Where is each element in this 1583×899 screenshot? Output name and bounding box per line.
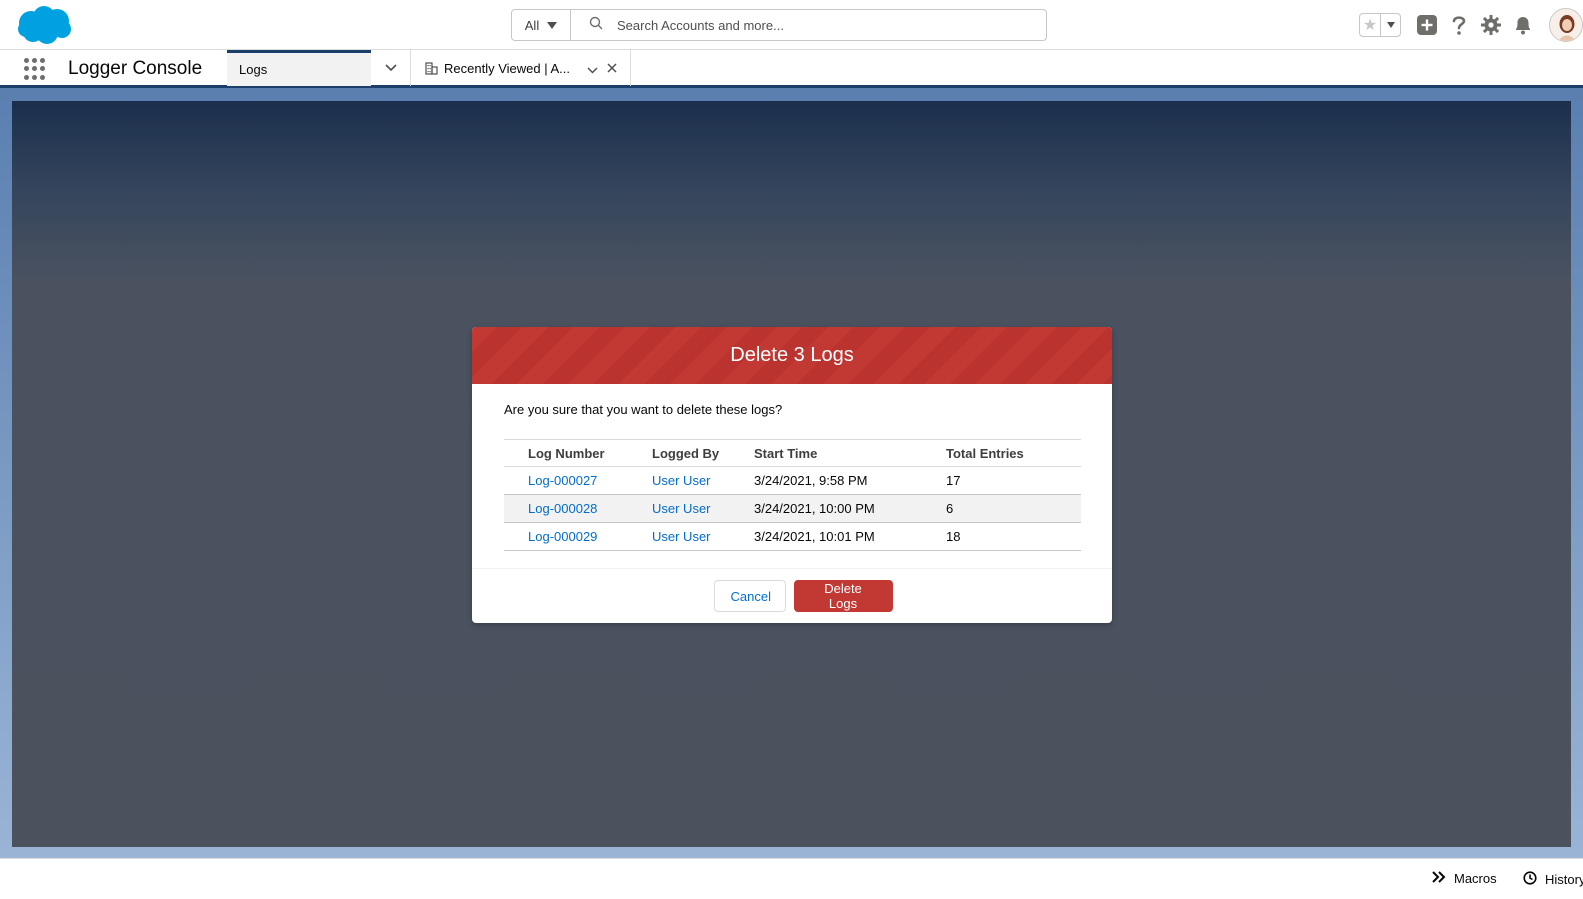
table-row: Log-000029 User User 3/24/2021, 10:01 PM… [504, 522, 1081, 551]
total-entries-cell: 17 [922, 466, 1081, 495]
macros-icon [1432, 871, 1446, 886]
history-label: History [1545, 872, 1583, 887]
log-number-link[interactable]: Log-000029 [528, 529, 597, 544]
utility-item-history[interactable]: History [1523, 871, 1583, 888]
add-icon[interactable] [1411, 9, 1443, 41]
navigation-menu-button[interactable] [371, 50, 411, 86]
favorites-menu-button[interactable] [1381, 14, 1400, 36]
star-icon[interactable]: ★ [1360, 14, 1381, 36]
utility-item-macros[interactable]: Macros [1432, 871, 1497, 886]
subtab-recently-viewed[interactable]: Recently Viewed | A... [411, 50, 631, 86]
start-time-cell: 3/24/2021, 10:00 PM [730, 494, 922, 523]
search-field-wrap [571, 10, 1046, 40]
confirmation-question: Are you sure that you want to delete the… [504, 402, 783, 417]
help-icon[interactable] [1443, 9, 1475, 41]
search-scope-dropdown[interactable]: All [512, 10, 571, 40]
column-header-total-entries: Total Entries [922, 439, 1081, 467]
start-time-cell: 3/24/2021, 9:58 PM [730, 466, 922, 495]
global-header: All ★ [0, 0, 1583, 50]
delete-logs-modal: Delete 3 Logs Are you sure that you want… [472, 327, 1112, 623]
modal-body: Are you sure that you want to delete the… [472, 384, 1112, 568]
chevron-down-icon[interactable] [587, 62, 598, 77]
salesforce-logo[interactable] [14, 4, 74, 46]
close-icon[interactable] [607, 61, 617, 76]
gear-icon[interactable] [1475, 9, 1507, 41]
favorites-group: ★ [1359, 13, 1401, 37]
logged-by-link[interactable]: User User [652, 473, 711, 488]
subtab-label: Recently Viewed | A... [444, 60, 570, 76]
logs-table: Log Number Logged By Start Time Total En… [504, 439, 1081, 551]
logged-by-link[interactable]: User User [652, 501, 711, 516]
bell-icon[interactable] [1507, 9, 1539, 41]
table-row: Log-000027 User User 3/24/2021, 9:58 PM … [504, 466, 1081, 495]
start-time-cell: 3/24/2021, 10:01 PM [730, 522, 922, 551]
app-name: Logger Console [68, 58, 203, 79]
caret-down-icon [547, 21, 558, 29]
log-number-link[interactable]: Log-000028 [528, 501, 597, 516]
clock-icon [1523, 871, 1537, 888]
column-header-log-number: Log Number [504, 439, 628, 467]
macros-label: Macros [1454, 871, 1497, 886]
avatar[interactable] [1549, 8, 1583, 42]
global-search: All [511, 9, 1047, 41]
tab-logs[interactable]: Logs [227, 50, 371, 86]
log-number-link[interactable]: Log-000027 [528, 473, 597, 488]
modal-footer: Cancel Delete Logs [472, 568, 1112, 623]
cancel-button[interactable]: Cancel [713, 580, 786, 612]
waffle-icon[interactable] [24, 58, 46, 80]
utility-bar: Macros History [0, 858, 1583, 899]
column-header-start-time: Start Time [730, 439, 922, 467]
total-entries-cell: 18 [922, 522, 1081, 551]
search-icon [589, 16, 603, 35]
delete-logs-button[interactable]: Delete Logs [793, 580, 893, 612]
modal-title: Delete 3 Logs [730, 344, 854, 366]
modal-header: Delete 3 Logs [472, 327, 1112, 384]
column-header-logged-by: Logged By [628, 439, 730, 467]
header-actions: ★ [1359, 8, 1583, 42]
navigation-bar: Logger Console Logs Recently Viewed | A.… [0, 50, 1583, 88]
table-header-row: Log Number Logged By Start Time Total En… [504, 439, 1081, 467]
search-input[interactable] [617, 17, 1017, 33]
search-scope-label: All [524, 17, 540, 33]
logged-by-link[interactable]: User User [652, 529, 711, 544]
table-row: Log-000028 User User 3/24/2021, 10:00 PM… [504, 494, 1081, 523]
account-icon [425, 61, 438, 75]
total-entries-cell: 6 [922, 494, 1081, 523]
chevron-down-icon [384, 64, 397, 72]
caret-down-icon [1386, 22, 1395, 28]
